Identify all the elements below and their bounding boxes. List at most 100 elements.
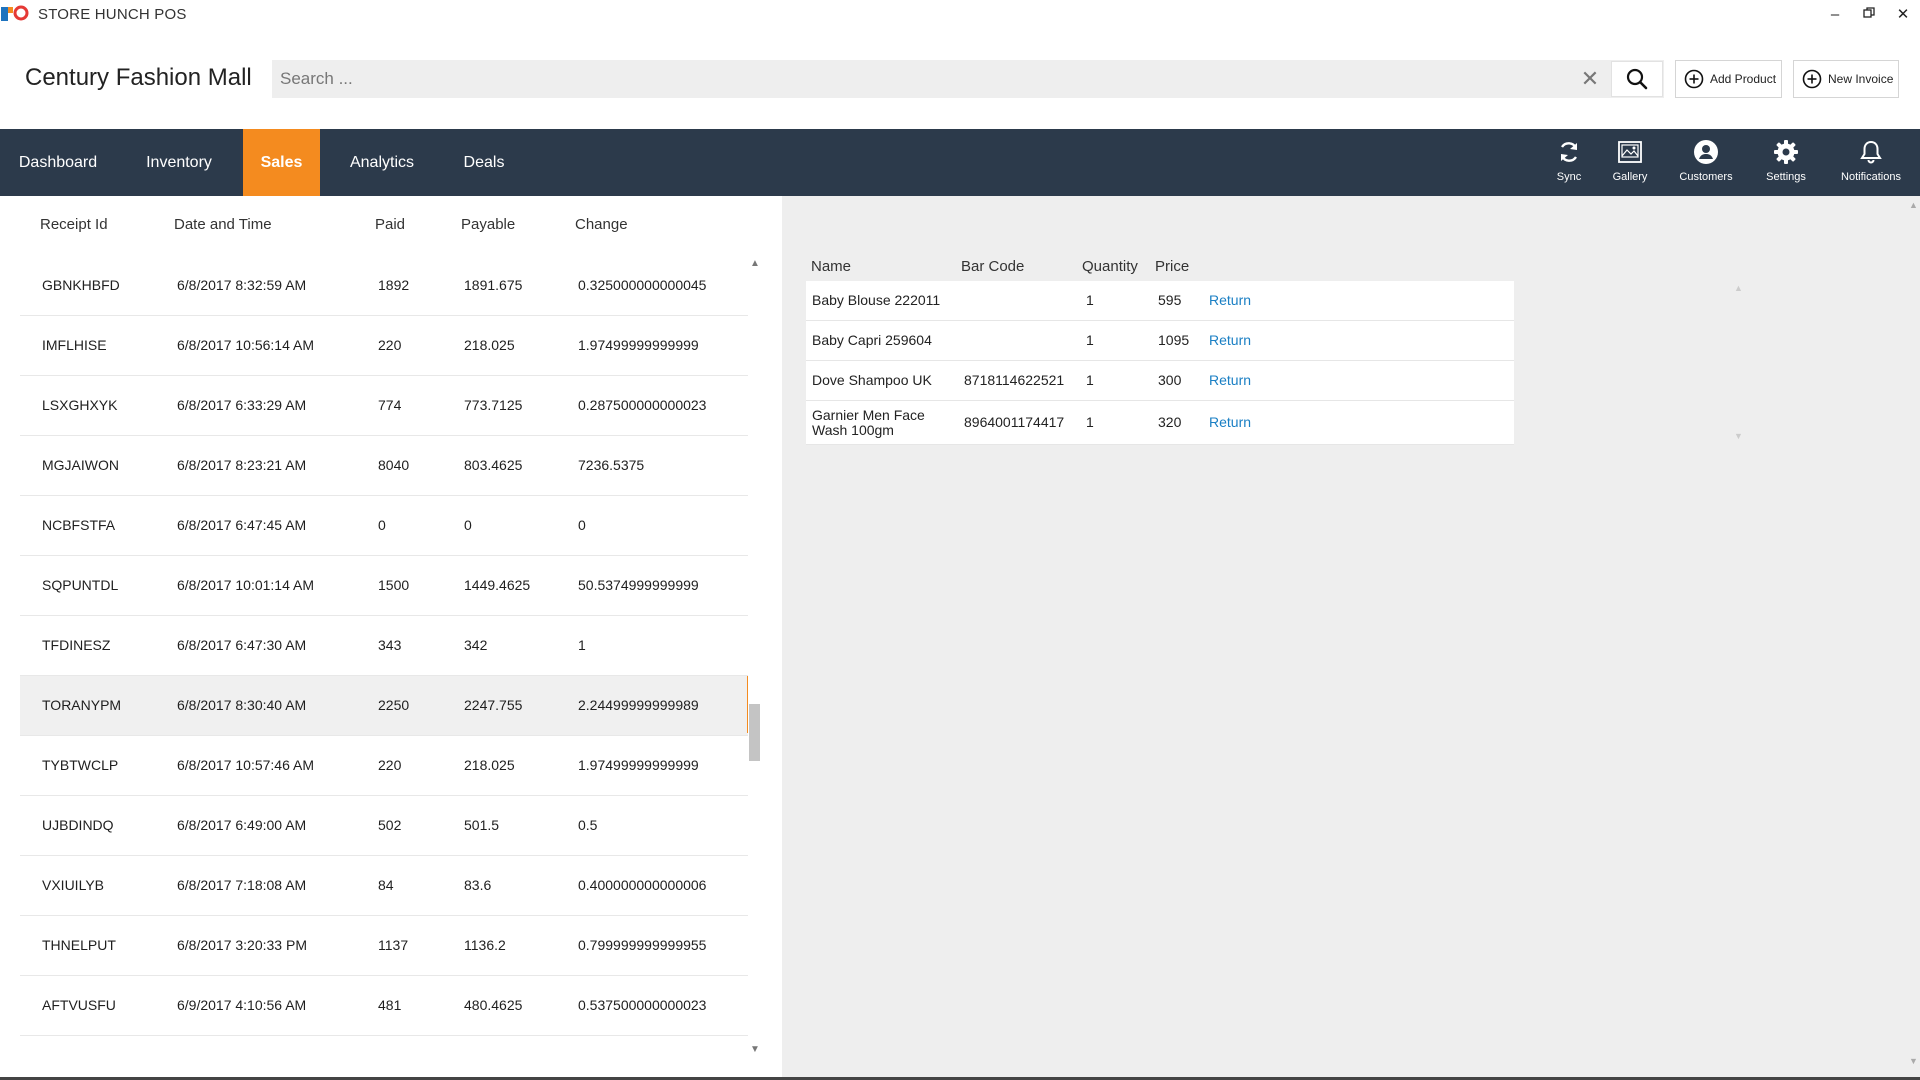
receipt-datetime: 6/8/2017 6:47:45 AM <box>177 517 307 533</box>
tab-analytics[interactable]: Analytics <box>335 129 429 196</box>
receipt-details-panel: Name Bar Code Quantity Price Baby Blouse… <box>782 196 1920 1080</box>
receipt-paid: 0 <box>378 517 386 533</box>
return-link[interactable]: Return <box>1209 361 1269 400</box>
new-invoice-button[interactable]: New Invoice <box>1793 60 1899 98</box>
col-receipt-id[interactable]: Receipt Id <box>40 216 108 233</box>
gallery-icon <box>1618 141 1642 163</box>
receipt-row[interactable]: NCBFSTFA 6/8/2017 6:47:45 AM 0 0 0 <box>20 496 748 556</box>
nav-sync-label: Sync <box>1556 171 1582 183</box>
receipt-row[interactable]: MGJAIWON 6/8/2017 8:23:21 AM 8040 803.4625 7… <box>20 436 748 496</box>
receipt-id: IMFLHISE <box>42 337 107 353</box>
receipt-row[interactable]: LSXGHXYK 6/8/2017 6:33:29 AM 774 773.7125 0.… <box>20 376 748 436</box>
item-quantity: 1 <box>1086 414 1094 430</box>
nav-settings[interactable]: Settings <box>1760 129 1812 196</box>
item-barcode <box>964 321 1074 360</box>
tab-deals[interactable]: Deals <box>453 129 515 196</box>
receipt-payable: 773.7125 <box>464 397 523 413</box>
item-quantity: 1 <box>1086 332 1094 348</box>
receipt-datetime: 6/8/2017 10:56:14 AM <box>177 337 314 353</box>
receipt-paid: 2250 <box>378 697 410 713</box>
receipt-datetime: 6/8/2017 6:49:00 AM <box>177 817 307 833</box>
receipt-datetime: 6/8/2017 8:30:40 AM <box>177 697 307 713</box>
bell-icon <box>1860 140 1882 164</box>
item-name: Baby Blouse 222011 <box>812 292 941 308</box>
search-icon <box>1626 68 1648 90</box>
page-scroll-down-icon[interactable]: ▼ <box>1909 1056 1918 1066</box>
return-link[interactable]: Return <box>1209 321 1269 360</box>
nav-gallery[interactable]: Gallery <box>1605 129 1655 196</box>
receipt-payable: 342 <box>464 637 488 653</box>
col-bar-code: Bar Code <box>961 258 1025 275</box>
restore-button[interactable] <box>1856 4 1882 26</box>
receipt-row[interactable]: TFDINESZ 6/8/2017 6:47:30 AM 343 342 1 <box>20 616 748 676</box>
receipt-paid: 1500 <box>378 577 410 593</box>
receipt-datetime: 6/8/2017 8:23:21 AM <box>177 457 307 473</box>
close-button[interactable]: ✕ <box>1890 4 1916 26</box>
tab-inventory[interactable]: Inventory <box>126 129 232 196</box>
col-payable[interactable]: Payable <box>461 216 515 233</box>
return-link[interactable]: Return <box>1209 281 1269 320</box>
receipt-paid: 774 <box>378 397 402 413</box>
receipt-paid: 220 <box>378 337 402 353</box>
col-price: Price <box>1155 258 1190 275</box>
scrollbar-thumb[interactable] <box>749 704 760 761</box>
item-price: 1095 <box>1158 332 1190 348</box>
receipt-id: SQPUNTDL <box>42 577 119 593</box>
receipt-row[interactable]: UJBDINDQ 6/8/2017 6:49:00 AM 502 501.5 0.5 <box>20 796 748 856</box>
receipt-row[interactable]: IMFLHISE 6/8/2017 10:56:14 AM 220 218.025 1.… <box>20 316 748 376</box>
receipt-item-row: Baby Capri 259604 1 1095 Return <box>806 321 1514 361</box>
receipt-item-row: Baby Blouse 222011 1 595 Return <box>806 281 1514 321</box>
scroll-down-arrow-icon[interactable]: ▼ <box>749 1044 761 1055</box>
receipt-payable: 0 <box>464 517 472 533</box>
receipt-change: 2.24499999999989 <box>578 697 699 713</box>
receipt-paid: 84 <box>378 877 394 893</box>
sync-icon <box>1560 142 1578 162</box>
items-scroll-down-icon[interactable]: ▼ <box>1734 431 1743 441</box>
search-input[interactable] <box>280 66 1580 92</box>
receipt-row[interactable]: GBNKHBFD 6/8/2017 8:32:59 AM 1892 1891.675 0… <box>20 256 748 316</box>
app-logo-icon <box>1 5 29 21</box>
add-product-button[interactable]: Add Product <box>1675 60 1782 98</box>
nav-notifications[interactable]: Notifications <box>1836 129 1906 196</box>
receipt-id: LSXGHXYK <box>42 397 118 413</box>
receipt-row[interactable]: TORANYPM 6/8/2017 8:30:40 AM 2250 2247.755 2… <box>20 676 748 736</box>
search-button[interactable] <box>1611 61 1663 97</box>
col-change[interactable]: Change <box>575 216 628 233</box>
plus-circle-icon <box>1684 69 1704 89</box>
plus-circle-icon <box>1802 69 1822 89</box>
receipt-payable: 1449.4625 <box>464 577 531 593</box>
clear-search-button[interactable]: ✕ <box>1578 67 1602 91</box>
items-scroll-up-icon[interactable]: ▲ <box>1734 283 1743 293</box>
item-price: 595 <box>1158 292 1182 308</box>
minimize-button[interactable]: – <box>1822 4 1848 26</box>
receipt-row[interactable]: THNELPUT 6/8/2017 3:20:33 PM 1137 1136.2 0.7… <box>20 916 748 976</box>
scroll-up-arrow-icon[interactable]: ▲ <box>749 258 761 269</box>
nav-customers[interactable]: Customers <box>1672 129 1740 196</box>
item-name: Dove Shampoo UK <box>812 372 932 388</box>
receipt-id: NCBFSTFA <box>42 517 116 533</box>
receipt-change: 0.799999999999955 <box>578 937 707 953</box>
new-invoice-label: New Invoice <box>1828 72 1894 86</box>
receipt-item-row: Garnier Men Face Wash 100gm 8964001174417… <box>806 401 1514 445</box>
return-link[interactable]: Return <box>1209 401 1269 444</box>
receipt-row[interactable]: AFTVUSFU 6/9/2017 4:10:56 AM 481 480.4625 0.… <box>20 976 748 1036</box>
tab-sales[interactable]: Sales <box>243 129 320 196</box>
receipt-change: 7236.5375 <box>578 457 645 473</box>
receipt-paid: 343 <box>378 637 402 653</box>
receipt-paid: 8040 <box>378 457 410 473</box>
receipt-row[interactable]: VXIUILYB 6/8/2017 7:18:08 AM 84 83.6 0.40000… <box>20 856 748 916</box>
receipt-datetime: 6/8/2017 8:32:59 AM <box>177 277 307 293</box>
nav-sync[interactable]: Sync <box>1548 129 1590 196</box>
col-date-time[interactable]: Date and Time <box>174 216 272 233</box>
receipt-datetime: 6/8/2017 7:18:08 AM <box>177 877 307 893</box>
tab-dashboard[interactable]: Dashboard <box>0 129 116 196</box>
item-name: Garnier Men Face Wash 100gm <box>812 406 925 438</box>
col-paid[interactable]: Paid <box>375 216 405 233</box>
receipt-paid: 502 <box>378 817 402 833</box>
receipt-row[interactable]: TYBTWCLP 6/8/2017 10:57:46 AM 220 218.025 1.… <box>20 736 748 796</box>
receipt-row[interactable]: SQPUNTDL 6/8/2017 10:01:14 AM 1500 1449.462… <box>20 556 748 616</box>
page-scroll-up-icon[interactable]: ▲ <box>1909 200 1918 210</box>
receipts-list: GBNKHBFD 6/8/2017 8:32:59 AM 1892 1891.675 0… <box>20 256 748 1056</box>
receipt-id: TORANYPM <box>42 697 122 713</box>
user-icon <box>1694 140 1718 164</box>
